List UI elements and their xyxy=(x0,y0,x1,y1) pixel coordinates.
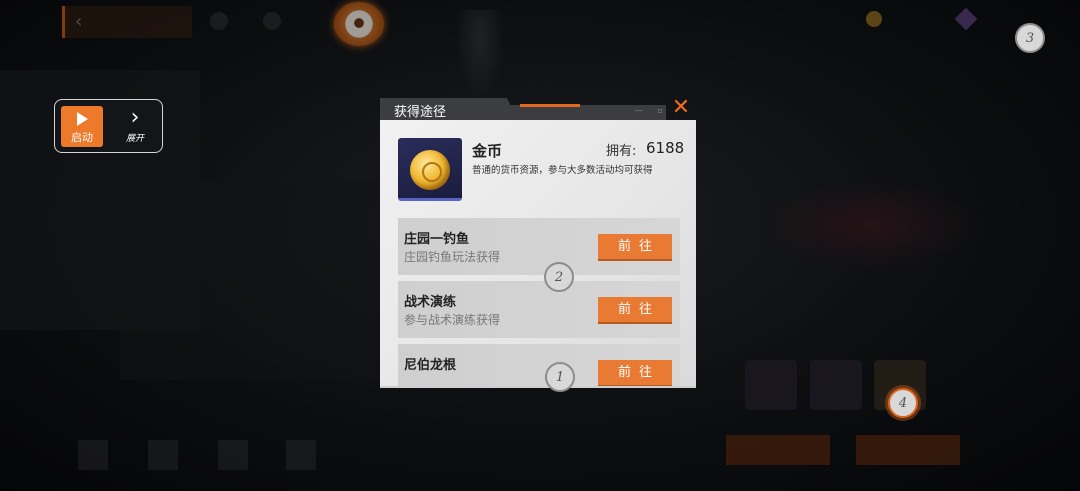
go-button[interactable]: 前往 xyxy=(598,234,672,259)
modal-title: 获得途径 xyxy=(394,105,447,120)
go-button[interactable]: 前往 xyxy=(598,297,672,322)
source-name: 尼伯龙根 xyxy=(404,358,457,373)
window-controls-icon: — ▫ xyxy=(635,106,669,115)
close-icon: ✕ xyxy=(671,95,691,120)
close-button[interactable]: ✕ xyxy=(670,95,692,120)
modal-header: 获得途径 — ▫ ✕ xyxy=(380,95,696,120)
source-subtitle: 参与战术演练获得 xyxy=(404,313,501,327)
expand-button[interactable]: › 展开 xyxy=(113,104,157,148)
step-marker: 2 xyxy=(544,262,574,292)
owned-label: 拥有: xyxy=(606,144,637,159)
item-name: 金币 xyxy=(472,142,503,160)
step-marker: 4 xyxy=(888,388,918,418)
item-card xyxy=(398,138,462,201)
source-row-fishing: 庄园一钓鱼 庄园钓鱼玩法获得 前往 xyxy=(398,218,680,275)
source-name: 庄园一钓鱼 xyxy=(404,232,470,247)
modal-header-accent xyxy=(520,104,580,107)
acquisition-modal: 获得途径 — ▫ ✕ 金币 拥有: 6188 普通的货币资源，参与大多数活动均可… xyxy=(380,95,696,388)
start-button[interactable]: 启动 xyxy=(61,106,103,147)
item-description: 普通的货币资源，参与大多数活动均可获得 xyxy=(472,165,653,176)
source-name: 战术演练 xyxy=(404,295,457,310)
source-subtitle: 庄园钓鱼玩法获得 xyxy=(404,250,501,264)
step-marker: 1 xyxy=(545,362,575,392)
chevron-right-icon: › xyxy=(130,105,140,130)
owned-value: 6188 xyxy=(646,139,685,157)
start-label: 启动 xyxy=(71,131,93,144)
modal-body: 金币 拥有: 6188 普通的货币资源，参与大多数活动均可获得 庄园一钓鱼 庄园… xyxy=(380,120,696,388)
expand-label: 展开 xyxy=(125,134,144,144)
gold-coin-icon xyxy=(410,150,450,190)
source-list: 庄园一钓鱼 庄园钓鱼玩法获得 前往 战术演练 参与战术演练获得 前往 尼伯龙根 … xyxy=(398,218,680,386)
step-marker: 3 xyxy=(1015,23,1045,53)
start-widget: 启动 › 展开 xyxy=(54,99,163,153)
play-icon xyxy=(76,112,88,126)
source-row-tactical-drill: 战术演练 参与战术演练获得 前往 xyxy=(398,281,680,338)
source-row-nibelungen: 尼伯龙根 前往 xyxy=(398,344,680,386)
go-button[interactable]: 前往 xyxy=(598,360,672,385)
